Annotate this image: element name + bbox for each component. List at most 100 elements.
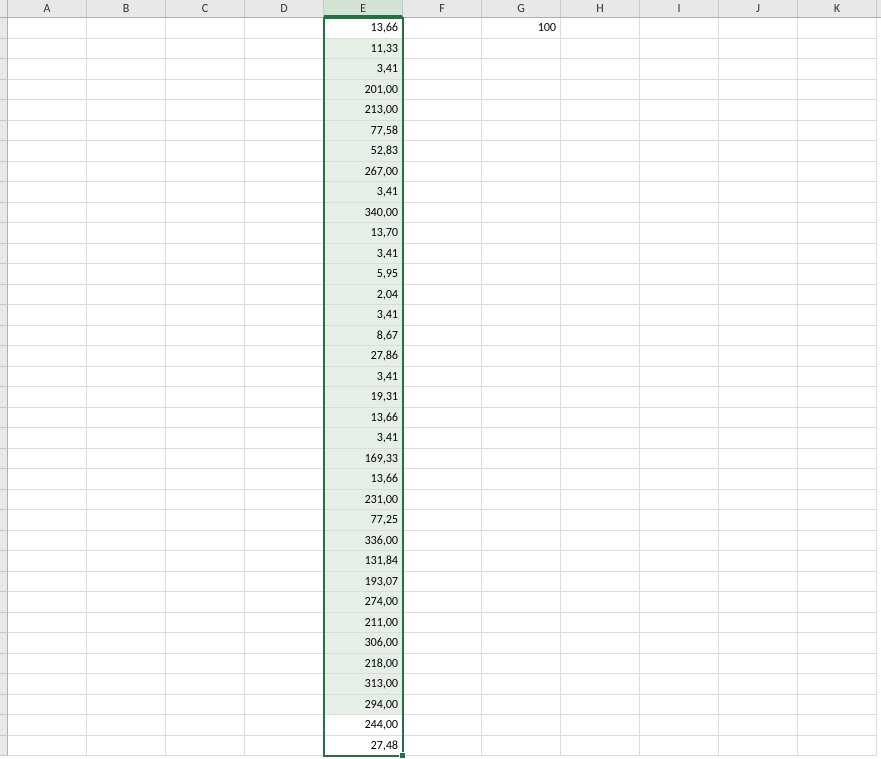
cell-g-1[interactable] — [482, 39, 561, 60]
cell-c-4[interactable] — [166, 100, 245, 121]
cell-k-13[interactable] — [798, 285, 877, 306]
column-header-i[interactable]: I — [640, 0, 719, 17]
cell-f-12[interactable] — [403, 264, 482, 285]
cell-h-5[interactable] — [561, 121, 640, 142]
cell-e-14[interactable]: 3,41 — [324, 305, 403, 326]
cell-b-28[interactable] — [87, 592, 166, 613]
cell-k-30[interactable] — [798, 633, 877, 654]
cell-e-13[interactable]: 2,04 — [324, 285, 403, 306]
cell-e-4[interactable]: 213,00 — [324, 100, 403, 121]
cell-i-5[interactable] — [640, 121, 719, 142]
cell-b-3[interactable] — [87, 80, 166, 101]
cell-c-17[interactable] — [166, 367, 245, 388]
cell-a-32[interactable] — [8, 674, 87, 695]
cell-j-0[interactable] — [719, 18, 798, 39]
row-stub[interactable] — [0, 613, 8, 634]
cell-b-6[interactable] — [87, 141, 166, 162]
cell-d-27[interactable] — [245, 572, 324, 593]
cell-g-18[interactable] — [482, 387, 561, 408]
cell-b-9[interactable] — [87, 203, 166, 224]
cell-j-6[interactable] — [719, 141, 798, 162]
cell-e-34[interactable]: 244,00 — [324, 715, 403, 736]
column-header-a[interactable]: A — [8, 0, 87, 17]
cell-g-9[interactable] — [482, 203, 561, 224]
cell-d-30[interactable] — [245, 633, 324, 654]
cell-i-2[interactable] — [640, 59, 719, 80]
cell-i-24[interactable] — [640, 510, 719, 531]
cell-a-13[interactable] — [8, 285, 87, 306]
cell-e-11[interactable]: 3,41 — [324, 244, 403, 265]
cell-i-27[interactable] — [640, 572, 719, 593]
cell-h-3[interactable] — [561, 80, 640, 101]
cell-b-26[interactable] — [87, 551, 166, 572]
cell-i-14[interactable] — [640, 305, 719, 326]
cell-e-19[interactable]: 13,66 — [324, 408, 403, 429]
cell-g-21[interactable] — [482, 449, 561, 470]
cell-c-1[interactable] — [166, 39, 245, 60]
cell-j-14[interactable] — [719, 305, 798, 326]
cell-k-24[interactable] — [798, 510, 877, 531]
cell-k-28[interactable] — [798, 592, 877, 613]
row-stub[interactable] — [0, 285, 8, 306]
row-stub[interactable] — [0, 244, 8, 265]
cell-i-12[interactable] — [640, 264, 719, 285]
cell-g-17[interactable] — [482, 367, 561, 388]
cell-h-22[interactable] — [561, 469, 640, 490]
cell-g-34[interactable] — [482, 715, 561, 736]
cell-a-27[interactable] — [8, 572, 87, 593]
row-stub[interactable] — [0, 551, 8, 572]
cell-e-10[interactable]: 13,70 — [324, 223, 403, 244]
cell-k-25[interactable] — [798, 531, 877, 552]
cell-k-12[interactable] — [798, 264, 877, 285]
cell-k-31[interactable] — [798, 654, 877, 675]
cell-e-21[interactable]: 169,33 — [324, 449, 403, 470]
cell-h-26[interactable] — [561, 551, 640, 572]
cell-j-22[interactable] — [719, 469, 798, 490]
cell-d-5[interactable] — [245, 121, 324, 142]
cell-e-23[interactable]: 231,00 — [324, 490, 403, 511]
cell-h-33[interactable] — [561, 695, 640, 716]
cell-a-3[interactable] — [8, 80, 87, 101]
cell-g-4[interactable] — [482, 100, 561, 121]
row-stub[interactable] — [0, 490, 8, 511]
row-stub[interactable] — [0, 469, 8, 490]
cell-a-21[interactable] — [8, 449, 87, 470]
cell-f-23[interactable] — [403, 490, 482, 511]
cell-d-33[interactable] — [245, 695, 324, 716]
cell-i-4[interactable] — [640, 100, 719, 121]
row-stub[interactable] — [0, 695, 8, 716]
cell-g-0[interactable]: 100 — [482, 18, 561, 39]
cell-c-11[interactable] — [166, 244, 245, 265]
cell-g-8[interactable] — [482, 182, 561, 203]
cell-f-15[interactable] — [403, 326, 482, 347]
cell-k-4[interactable] — [798, 100, 877, 121]
cell-e-2[interactable]: 3,41 — [324, 59, 403, 80]
cell-a-0[interactable] — [8, 18, 87, 39]
cell-i-31[interactable] — [640, 654, 719, 675]
cell-h-23[interactable] — [561, 490, 640, 511]
cell-b-4[interactable] — [87, 100, 166, 121]
cell-e-17[interactable]: 3,41 — [324, 367, 403, 388]
corner-cell[interactable] — [0, 0, 8, 17]
cell-d-24[interactable] — [245, 510, 324, 531]
cell-f-22[interactable] — [403, 469, 482, 490]
cell-k-19[interactable] — [798, 408, 877, 429]
cell-a-29[interactable] — [8, 613, 87, 634]
cell-a-8[interactable] — [8, 182, 87, 203]
cell-e-6[interactable]: 52,83 — [324, 141, 403, 162]
cell-i-22[interactable] — [640, 469, 719, 490]
cell-i-10[interactable] — [640, 223, 719, 244]
cell-g-29[interactable] — [482, 613, 561, 634]
cell-e-20[interactable]: 3,41 — [324, 428, 403, 449]
cell-a-22[interactable] — [8, 469, 87, 490]
cell-d-32[interactable] — [245, 674, 324, 695]
row-stub[interactable] — [0, 510, 8, 531]
cell-g-31[interactable] — [482, 654, 561, 675]
row-stub[interactable] — [0, 59, 8, 80]
cell-i-35[interactable] — [640, 736, 719, 757]
column-header-g[interactable]: G — [482, 0, 561, 17]
cell-g-2[interactable] — [482, 59, 561, 80]
cell-j-21[interactable] — [719, 449, 798, 470]
cell-k-0[interactable] — [798, 18, 877, 39]
cell-b-27[interactable] — [87, 572, 166, 593]
